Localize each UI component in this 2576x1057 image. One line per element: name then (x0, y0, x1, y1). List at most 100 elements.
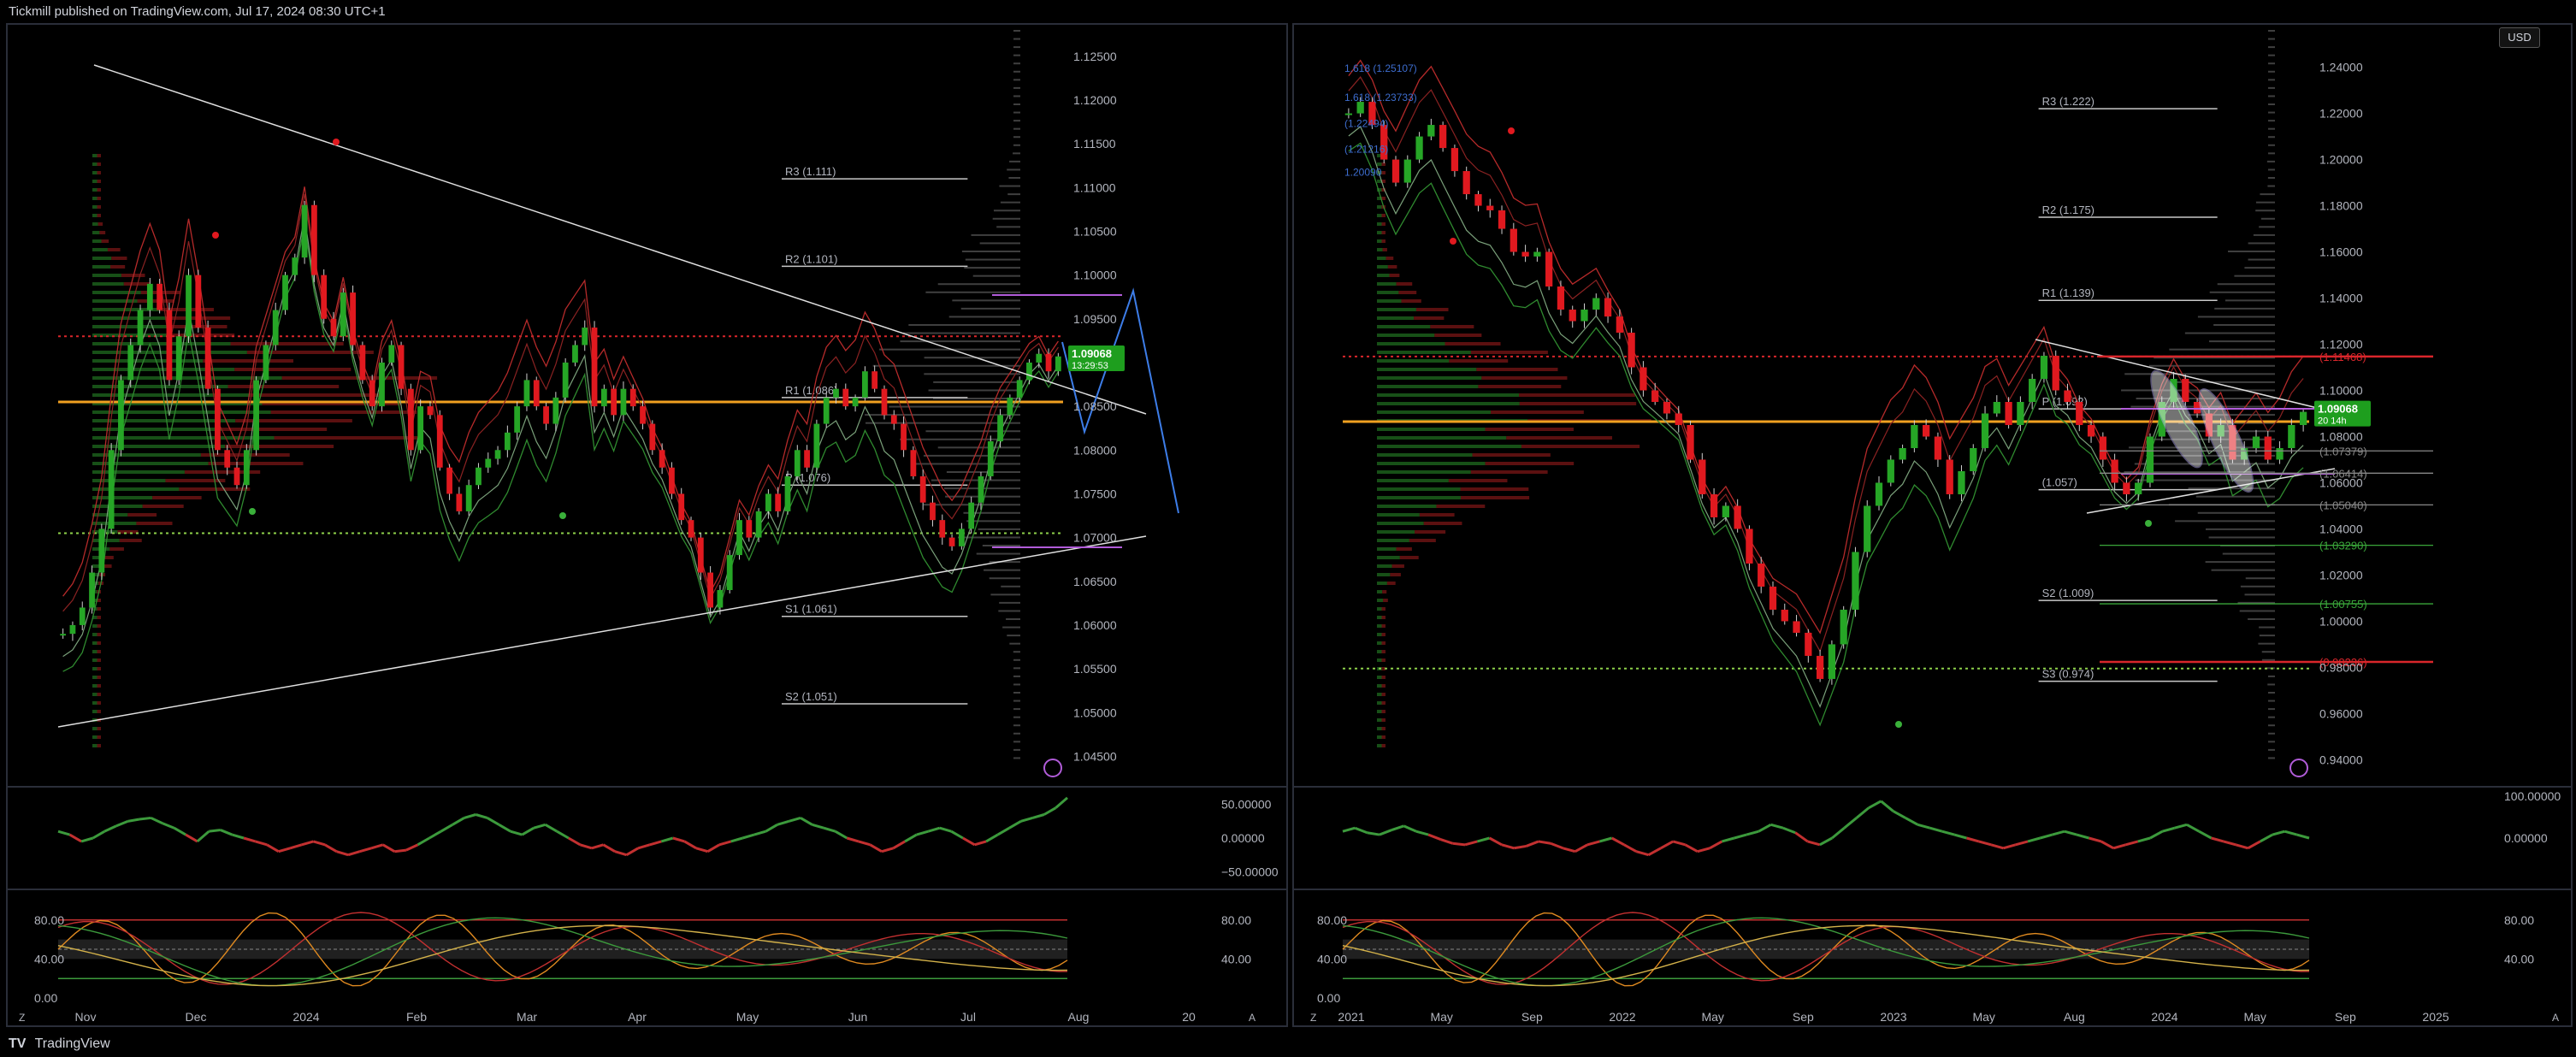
volume-profile-bar (1013, 748, 1020, 751)
volume-bar-down (97, 735, 101, 739)
volume-bar-down (1381, 616, 1385, 619)
osc-segment (533, 823, 547, 830)
y-axis-tick: 1.07000 (1073, 531, 1117, 545)
volume-bar-down (1396, 282, 1413, 286)
volume-bar-down (1381, 641, 1385, 645)
candle-body (552, 397, 559, 424)
ascending-trendline (57, 535, 1147, 728)
osc2-left-tick: 40.00 (1317, 952, 1347, 965)
currency-selector[interactable]: USD (2499, 27, 2540, 48)
volume-bar-down (1381, 624, 1385, 628)
volume-profile-bar (972, 275, 1020, 277)
volume-bar-down (1389, 274, 1400, 277)
x-axis-tick: May (736, 1010, 759, 1024)
candle-body (243, 450, 250, 486)
x-axis-tick: Feb (406, 1010, 427, 1024)
volume-bar-up (92, 633, 97, 636)
volume-bar-up (1377, 205, 1382, 209)
candle-body (1923, 424, 1930, 437)
volume-profile-bar (2268, 741, 2275, 743)
timezone-button[interactable]: Z (19, 1012, 25, 1024)
candle-body (1007, 397, 1013, 416)
volume-bar-down (208, 462, 304, 465)
candle-body (1628, 333, 1635, 368)
volume-profile-bar (992, 217, 1020, 220)
volume-bar-down (1460, 496, 1530, 499)
auto-scale-button-right[interactable]: A (2552, 1012, 2559, 1024)
osc-segment (1623, 843, 1638, 853)
osc-segment (2137, 836, 2151, 843)
y-axis-tick: 1.12500 (1073, 50, 1117, 63)
osc2-pane-1: 80.00 40.00 0.00 80.00 40.00 (1317, 912, 2534, 1005)
osc-segment (881, 847, 894, 853)
osc-segment (1501, 843, 1515, 850)
signal-dot-red (333, 139, 340, 145)
volume-bar-up (1377, 701, 1382, 705)
candle-body (1486, 205, 1494, 210)
volume-bar-down (250, 393, 380, 397)
volume-bar-up (92, 214, 97, 217)
candle-body (1746, 528, 1753, 564)
volume-profile-bar (946, 471, 1020, 473)
volume-profile-bar (1013, 79, 1020, 81)
volume-profile-bar (976, 552, 1020, 555)
osc-segment (974, 840, 987, 847)
volume-profile-bar (2268, 30, 2275, 32)
candle-body (968, 502, 975, 529)
candle-body (1344, 113, 1353, 115)
pivot-label: S1 (1.061) (785, 603, 837, 616)
candle-body (1415, 136, 1423, 160)
osc-segment (1746, 830, 1759, 836)
osc-segment (706, 843, 720, 853)
candle-body (1875, 482, 1883, 506)
volume-profile-bar (961, 251, 1020, 252)
volume-bar-down (1381, 239, 1385, 243)
volume-profile-bar (1013, 136, 1020, 139)
candle-body (1934, 436, 1942, 460)
volume-profile-bar (2261, 651, 2275, 653)
chart-canvas[interactable]: R3 (1.111) R2 (1.101) R1 (1.086) P (1.076) S… (0, 0, 2576, 1057)
candle-body (2087, 424, 2095, 437)
volume-profile-bar (1013, 127, 1020, 130)
volume-bar-down (227, 385, 340, 388)
osc-segment (834, 830, 848, 840)
osc-segment (544, 823, 558, 833)
volume-bar-up (1377, 231, 1382, 234)
volume-profile-bar (2268, 675, 2275, 677)
volume-bar-up (1377, 162, 1382, 166)
candle-body (456, 493, 463, 511)
volume-profile-bar (2268, 54, 2275, 56)
volume-bar-down (1387, 265, 1397, 269)
osc-segment (243, 836, 256, 843)
volume-profile-bar (2268, 724, 2275, 727)
osc-segment (232, 833, 245, 840)
volume-bar-up (1377, 214, 1382, 217)
volume-bar-up (1377, 676, 1382, 679)
auto-scale-button[interactable]: A (1249, 1012, 1256, 1024)
x-axis-tick: Sep (2335, 1010, 2356, 1024)
volume-profile-bar (2205, 561, 2275, 564)
volume-bar-up (1377, 462, 1486, 465)
timezone-button-right[interactable]: Z (1310, 1012, 1316, 1024)
signal-dot-green (2145, 520, 2152, 527)
osc-segment (1575, 843, 1588, 853)
osc-segment (904, 833, 918, 843)
volume-bar-down (165, 479, 226, 482)
volume-bar-up (92, 445, 226, 448)
osc-segment (789, 816, 801, 823)
volume-bar-down (97, 214, 101, 217)
volume-profile-bar (1009, 160, 1020, 162)
volume-profile-bar (2268, 136, 2275, 139)
signal-dot-green (559, 512, 566, 519)
signal-dot-green (1895, 721, 1902, 728)
volume-profile-bar (1013, 62, 1020, 65)
candle-body (1734, 505, 1741, 529)
volume-bar-down (142, 505, 184, 508)
volume-bar-down (1436, 505, 1486, 508)
candle-body (669, 467, 675, 494)
candle-body (233, 467, 240, 486)
candle-body (1816, 655, 1824, 679)
volume-bar-up (1377, 436, 1507, 440)
volume-bar-up (1377, 470, 1471, 474)
volume-bar-down (1381, 214, 1385, 217)
